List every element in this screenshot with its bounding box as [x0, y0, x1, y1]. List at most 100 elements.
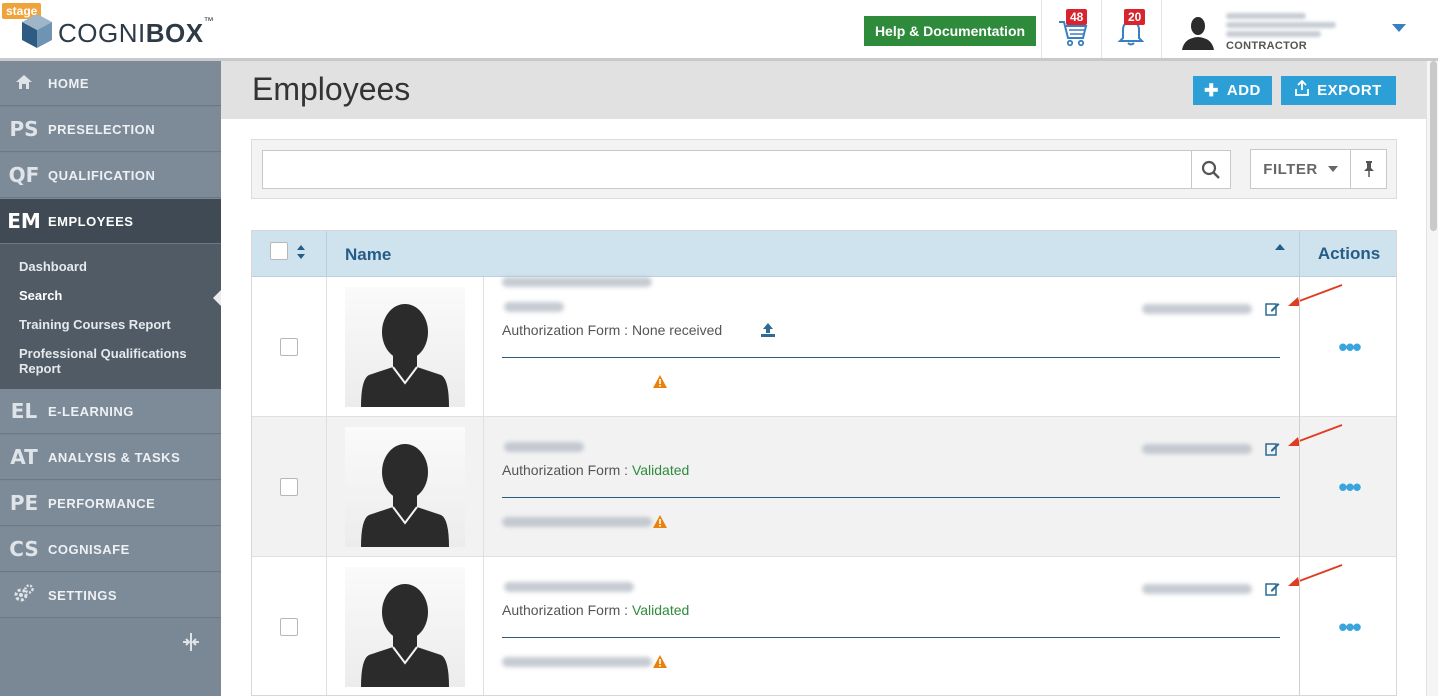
logo-cube-icon: [22, 14, 52, 48]
pin-filter-button[interactable]: [1350, 149, 1387, 189]
notification-count-badge: 20: [1124, 9, 1146, 25]
sidebar-item-cognisafe[interactable]: CS COGNISAFE: [0, 527, 221, 572]
employee-name-redacted[interactable]: [504, 582, 634, 592]
subnav-item-dashboard[interactable]: Dashboard: [19, 259, 87, 274]
subnav-item-training-courses-report[interactable]: Training Courses Report: [19, 317, 171, 332]
employees-subnav: Dashboard Search Training Courses Report…: [0, 244, 221, 389]
plus-icon: ✚: [1204, 80, 1219, 100]
sidebar-item-abbr: PS: [9, 117, 39, 141]
actions-cell: •••: [1299, 277, 1396, 417]
sidebar-item-preselection[interactable]: PS PRESELECTION: [0, 107, 221, 152]
employee-name-redacted[interactable]: [504, 442, 584, 452]
select-all-checkbox[interactable]: [270, 242, 288, 260]
sidebar-item-label: SETTINGS: [48, 587, 118, 603]
warning-icon: [653, 375, 667, 388]
more-actions-button[interactable]: •••: [1338, 334, 1361, 360]
row-checkbox-cell: [252, 557, 327, 695]
upload-icon[interactable]: [760, 322, 776, 338]
employee-name-redacted[interactable]: [504, 302, 564, 312]
search-button[interactable]: [1191, 150, 1231, 189]
sidebar-item-label: PRESELECTION: [48, 121, 156, 137]
sidebar-item-analysis-tasks[interactable]: AT ANALYSIS & TASKS: [0, 435, 221, 480]
more-actions-button[interactable]: •••: [1338, 614, 1361, 640]
sidebar: HOME PS PRESELECTION QF QUALIFICATION EM…: [0, 61, 221, 696]
authorization-form-label: Authorization Form :: [502, 462, 632, 478]
employee-id-redacted: [1142, 304, 1252, 314]
chevron-down-icon[interactable]: [1392, 24, 1406, 32]
sidebar-item-performance[interactable]: PE PERFORMANCE: [0, 481, 221, 526]
edit-icon[interactable]: [1265, 301, 1280, 316]
warning-icon: [653, 655, 667, 668]
employee-detail-redacted: [502, 657, 652, 667]
page-scrollbar[interactable]: [1426, 61, 1438, 696]
subnav-item-search[interactable]: Search: [19, 288, 62, 303]
subnav-item-professional-qualifications-report[interactable]: Professional Qualifications Report: [19, 346, 204, 376]
search-icon: [1201, 160, 1220, 179]
cart-button[interactable]: 48: [1042, 0, 1101, 58]
sidebar-item-qualification[interactable]: QF QUALIFICATION: [0, 153, 221, 198]
table-row: Authorization Form : None received •••: [252, 277, 1396, 417]
person-silhouette-icon: [361, 444, 449, 547]
chevron-down-icon: [1327, 166, 1338, 172]
notifications-button[interactable]: 20: [1102, 0, 1161, 58]
authorization-form-value: Validated: [631, 462, 690, 478]
cognibox-logo[interactable]: COGNIBOX™: [20, 10, 214, 50]
sidebar-item-settings[interactable]: SETTINGS: [0, 573, 221, 618]
logo-text-bold: BOX: [145, 18, 204, 48]
filter-button[interactable]: FILTER: [1250, 149, 1351, 189]
actions-cell: •••: [1299, 557, 1396, 695]
scrollbar-thumb[interactable]: [1430, 61, 1437, 231]
employee-detail-redacted: [502, 517, 652, 527]
user-role: CONTRACTOR: [1226, 40, 1308, 52]
more-actions-button[interactable]: •••: [1338, 474, 1361, 500]
employee-id-redacted: [1142, 444, 1252, 454]
top-bar: stage COGNIBOX™ Help & Documentation 48 …: [0, 0, 1438, 61]
table-row: Authorization Form : Validated •••: [252, 557, 1396, 695]
sidebar-item-abbr: QF: [8, 163, 40, 187]
search-panel: FILTER: [251, 139, 1397, 199]
employees-table: Name Actions Authorization Form: None r…: [251, 230, 1397, 696]
logo-text-thin: COGNI: [58, 18, 146, 48]
row-checkbox[interactable]: [280, 478, 298, 496]
person-silhouette-icon: [361, 304, 449, 407]
table-row: Authorization Form : Validated •••: [252, 417, 1396, 557]
row-separator: [502, 637, 1280, 638]
content-panel: FILTER Name Actions Authorization Form:…: [221, 119, 1426, 696]
sidebar-item-employees[interactable]: EM EMPLOYEES: [0, 199, 221, 244]
sidebar-item-abbr: EL: [10, 399, 38, 423]
select-all-cell: [252, 231, 327, 277]
sidebar-item-abbr: AT: [10, 445, 38, 469]
gears-icon: [0, 581, 48, 609]
search-input[interactable]: [262, 150, 1192, 189]
main-content: Employees ✚ ADD EXPORT FILTER Name Actio…: [221, 61, 1426, 696]
sort-icon[interactable]: [296, 244, 306, 260]
page-title: Employees: [252, 71, 411, 107]
sidebar-item-abbr: EM: [7, 209, 41, 233]
cart-count-badge: 48: [1066, 9, 1088, 25]
collapse-sidebar-icon[interactable]: [180, 631, 202, 653]
add-button[interactable]: ✚ ADD: [1193, 76, 1272, 105]
sidebar-item-home[interactable]: HOME: [0, 61, 221, 106]
person-silhouette-icon: [361, 584, 449, 687]
sidebar-item-abbr: PE: [9, 491, 39, 515]
row-separator: [502, 357, 1280, 358]
sidebar-item-label: HOME: [48, 75, 89, 91]
page-header: Employees ✚ ADD EXPORT: [221, 61, 1426, 119]
warning-icon: [653, 515, 667, 528]
authorization-form-label: Authorization Form :: [502, 602, 632, 618]
row-checkbox[interactable]: [280, 618, 298, 636]
sort-ascending-icon[interactable]: [1275, 244, 1285, 250]
column-header-name[interactable]: Name: [345, 245, 391, 265]
sidebar-item-e-learning[interactable]: EL E-LEARNING: [0, 389, 221, 434]
row-checkbox[interactable]: [280, 338, 298, 356]
user-menu[interactable]: CONTRACTOR: [1162, 0, 1438, 58]
help-documentation-button[interactable]: Help & Documentation: [864, 16, 1036, 46]
avatar: [345, 427, 465, 547]
export-button[interactable]: EXPORT: [1281, 76, 1396, 105]
add-button-label: ADD: [1226, 82, 1261, 99]
edit-icon[interactable]: [1265, 441, 1280, 456]
table-header: Name Actions: [252, 231, 1396, 277]
user-avatar-icon: [1182, 17, 1214, 50]
export-icon: [1295, 79, 1310, 101]
edit-icon[interactable]: [1265, 581, 1280, 596]
